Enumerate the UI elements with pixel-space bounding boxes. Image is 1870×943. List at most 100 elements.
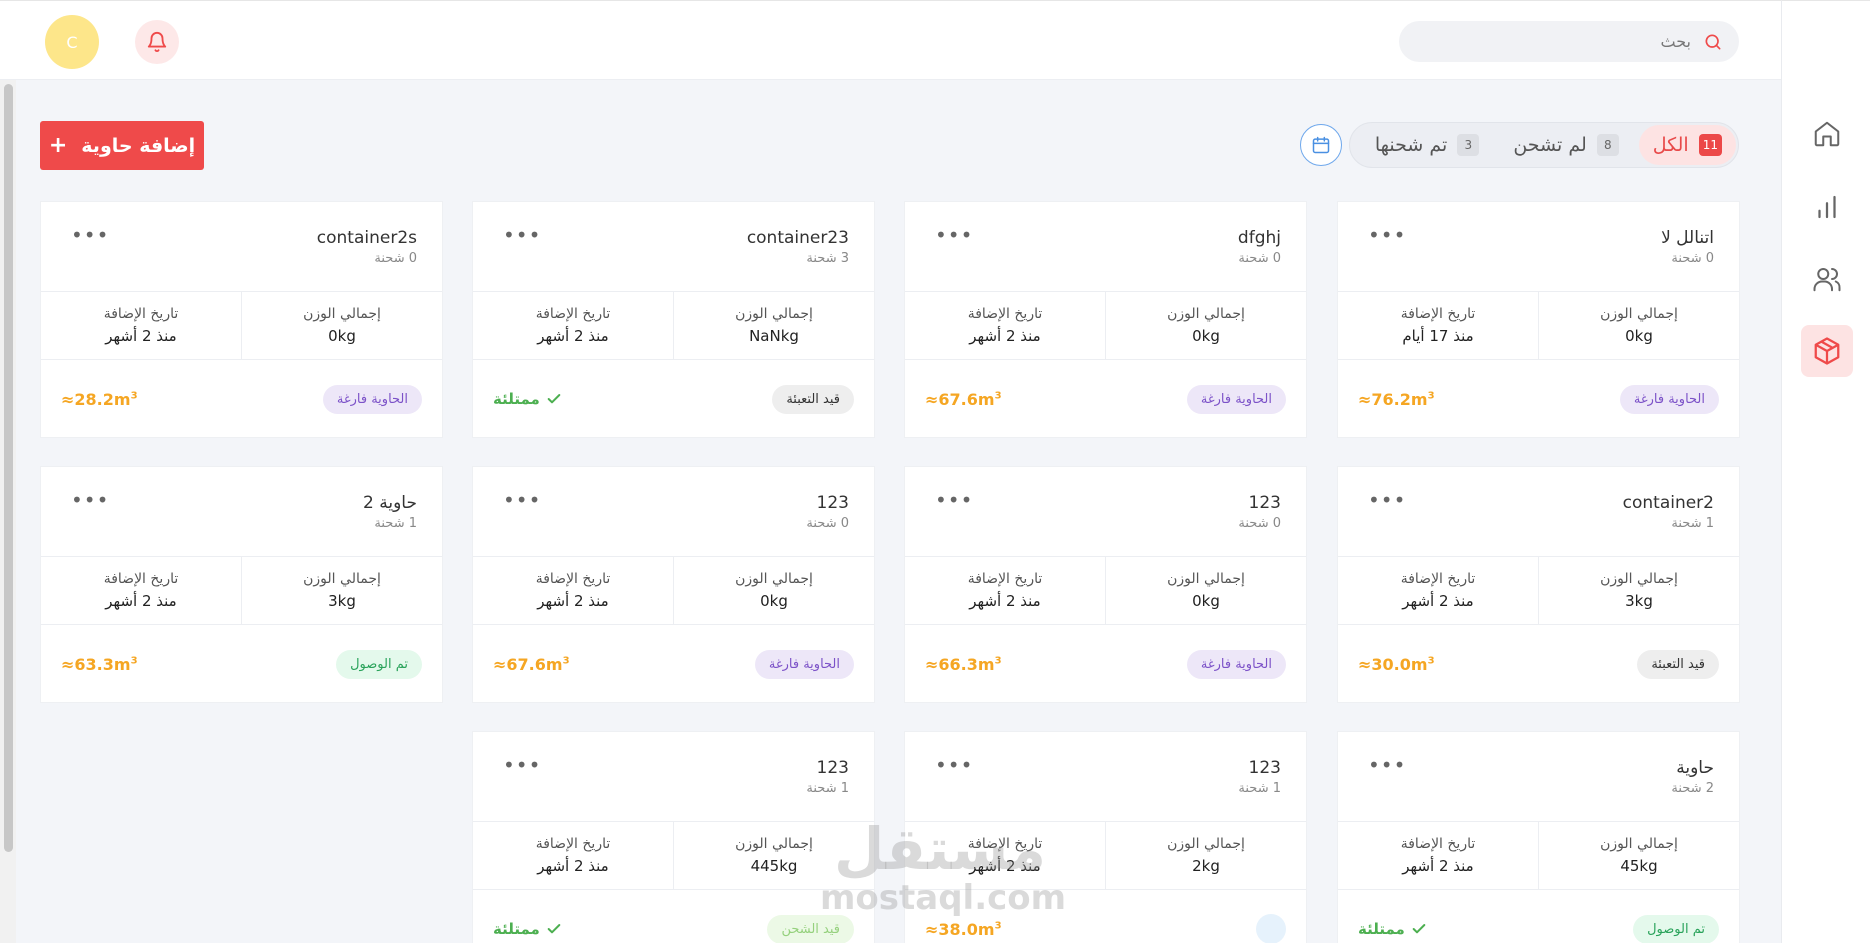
sidebar-item-home[interactable]	[1801, 108, 1853, 160]
search-input[interactable]	[1421, 32, 1691, 51]
weight-stat: إجمالي الوزن 2kg	[1106, 822, 1306, 889]
tab-label: الكل	[1652, 134, 1689, 156]
notifications-button[interactable]	[135, 20, 179, 64]
container-card[interactable]: اتنالل لا 0 شحنة ••• إجمالي الوزن 0kg تاريخ ا…	[1337, 201, 1740, 438]
card-footer: الحاوية فارغة ≈66.3m3	[905, 625, 1306, 702]
filter-tabs: 11 الكل 8 لم تشحن 3 تم شحنها	[1349, 122, 1739, 168]
sidebar-item-users[interactable]	[1801, 253, 1853, 305]
full-label: ممتلئة	[1358, 920, 1405, 938]
date-label: تاريخ الإضافة	[535, 571, 611, 587]
scrollbar-thumb[interactable]	[4, 84, 13, 852]
container-card[interactable]: dfghj 0 شحنة ••• إجمالي الوزن 0kg تاريخ الإضا…	[904, 201, 1307, 438]
status-badge: قيد الشحن	[767, 914, 854, 943]
card-stats: إجمالي الوزن 445kg تاريخ الإضافة منذ 2 أشهر	[473, 822, 874, 890]
container-card[interactable]: container2s 0 شحنة ••• إجمالي الوزن 0kg تاريخ…	[40, 201, 443, 438]
more-options-icon[interactable]: •••	[71, 490, 109, 510]
more-options-icon[interactable]: •••	[935, 755, 973, 775]
more-options-icon[interactable]: •••	[1368, 225, 1406, 245]
card-title: اتنالل لا	[1661, 228, 1714, 248]
weight-label: إجمالي الوزن	[1600, 836, 1678, 852]
card-stats: إجمالي الوزن 0kg تاريخ الإضافة منذ 2 أشهر	[41, 292, 442, 360]
card-title: 123	[816, 758, 849, 778]
sidebar-item-stats[interactable]	[1801, 181, 1853, 233]
more-options-icon[interactable]: •••	[503, 225, 541, 245]
container-card[interactable]: حاوية 2 شحنة ••• إجمالي الوزن 45kg تاريخ الإض…	[1337, 731, 1740, 943]
sidebar-item-containers[interactable]	[1801, 325, 1853, 377]
container-card[interactable]: حاوية 2 1 شحنة ••• إجمالي الوزن 3kg تاريخ الإ…	[40, 466, 443, 703]
date-value: منذ 2 أشهر	[105, 327, 177, 345]
check-icon	[547, 924, 561, 934]
weight-stat: إجمالي الوزن 3kg	[242, 557, 442, 624]
card-stats: إجمالي الوزن 0kg تاريخ الإضافة منذ 2 أشهر	[905, 557, 1306, 625]
status-badge: الحاوية فارغة	[1619, 384, 1719, 414]
date-stat: تاريخ الإضافة منذ 2 أشهر	[41, 557, 242, 624]
container-card[interactable]: 123 0 شحنة ••• إجمالي الوزن 0kg تاريخ الإضافة…	[904, 466, 1307, 703]
shipment-count: 0 شحنة	[1238, 251, 1281, 266]
weight-value: 2kg	[1192, 857, 1220, 875]
date-filter-button[interactable]	[1300, 124, 1342, 166]
more-options-icon[interactable]: •••	[503, 490, 541, 510]
avatar[interactable]: C	[45, 15, 99, 69]
card-title: 123	[1248, 493, 1281, 513]
shipment-count: 1 شحنة	[1671, 516, 1714, 531]
tab-shipped[interactable]: 3 تم شحنها	[1361, 125, 1493, 165]
card-title: 123	[816, 493, 849, 513]
shipment-count: 1 شحنة	[806, 781, 849, 796]
container-card[interactable]: container23 3 شحنة ••• إجمالي الوزن NaNkg تار…	[472, 201, 875, 438]
weight-label: إجمالي الوزن	[303, 571, 381, 587]
more-options-icon[interactable]: •••	[71, 225, 109, 245]
status-badge: تم الوصول	[1633, 914, 1719, 943]
weight-label: إجمالي الوزن	[735, 306, 813, 322]
container-card[interactable]: container2 1 شحنة ••• إجمالي الوزن 3kg تاريخ …	[1337, 466, 1740, 703]
date-stat: تاريخ الإضافة منذ 2 أشهر	[905, 822, 1106, 889]
volume-value: ≈30.0m3	[1358, 654, 1435, 674]
container-card[interactable]: 123 1 شحنة ••• إجمالي الوزن 445kg تاريخ الإضا…	[472, 731, 875, 943]
card-footer: الحاوية فارغة ≈28.2m3	[41, 360, 442, 437]
tab-count: 3	[1457, 134, 1480, 156]
more-options-icon[interactable]: •••	[935, 490, 973, 510]
shipment-count: 1 شحنة	[1238, 781, 1281, 796]
status-badge: الحاوية فارغة	[1186, 649, 1286, 679]
more-options-icon[interactable]: •••	[503, 755, 541, 775]
volume-value: ≈28.2m3	[61, 389, 138, 409]
weight-value: 0kg	[760, 592, 788, 610]
card-title: container23	[746, 228, 849, 248]
search-box[interactable]	[1399, 21, 1739, 62]
weight-label: إجمالي الوزن	[735, 836, 813, 852]
date-label: تاريخ الإضافة	[1400, 306, 1476, 322]
shipment-count: 2 شحنة	[1671, 781, 1714, 796]
card-header: 123 1 شحنة •••	[905, 732, 1306, 822]
container-card[interactable]: 123 0 شحنة ••• إجمالي الوزن 0kg تاريخ الإضافة…	[472, 466, 875, 703]
more-options-icon[interactable]: •••	[1368, 755, 1406, 775]
weight-value: 0kg	[328, 327, 356, 345]
more-options-icon[interactable]: •••	[935, 225, 973, 245]
sidebar	[1781, 0, 1870, 943]
more-options-icon[interactable]: •••	[1368, 490, 1406, 510]
tab-label: لم تشحن	[1513, 134, 1587, 156]
volume-value: ≈67.6m3	[493, 654, 570, 674]
date-stat: تاريخ الإضافة منذ 2 أشهر	[1338, 557, 1539, 624]
card-stats: إجمالي الوزن NaNkg تاريخ الإضافة منذ 2 أشهر	[473, 292, 874, 360]
date-stat: تاريخ الإضافة منذ 2 أشهر	[473, 557, 674, 624]
container-card[interactable]: 123 1 شحنة ••• إجمالي الوزن 2kg تاريخ الإضافة…	[904, 731, 1307, 943]
card-header: container23 3 شحنة •••	[473, 202, 874, 292]
card-title: container2	[1622, 493, 1714, 513]
date-label: تاريخ الإضافة	[967, 306, 1043, 322]
date-stat: تاريخ الإضافة منذ 2 أشهر	[905, 557, 1106, 624]
card-title: container2s	[316, 228, 417, 248]
shipment-count: 0 شحنة	[1671, 251, 1714, 266]
volume-text: ≈28.2m	[61, 389, 131, 409]
weight-stat: إجمالي الوزن 45kg	[1539, 822, 1739, 889]
date-value: منذ 2 أشهر	[105, 592, 177, 610]
weight-value: 0kg	[1192, 327, 1220, 345]
tab-all[interactable]: 11 الكل	[1638, 125, 1736, 165]
weight-label: إجمالي الوزن	[1167, 306, 1245, 322]
date-stat: تاريخ الإضافة منذ 2 أشهر	[1338, 822, 1539, 889]
card-header: container2s 0 شحنة •••	[41, 202, 442, 292]
add-container-button[interactable]: إضافة حاوية +	[40, 121, 204, 170]
date-label: تاريخ الإضافة	[967, 571, 1043, 587]
volume-text: ≈76.2m	[1358, 389, 1428, 409]
status-badge: قيد التعبئة	[1637, 649, 1719, 679]
volume-value: ≈67.6m3	[925, 389, 1002, 409]
tab-not-shipped[interactable]: 8 لم تشحن	[1499, 125, 1632, 165]
